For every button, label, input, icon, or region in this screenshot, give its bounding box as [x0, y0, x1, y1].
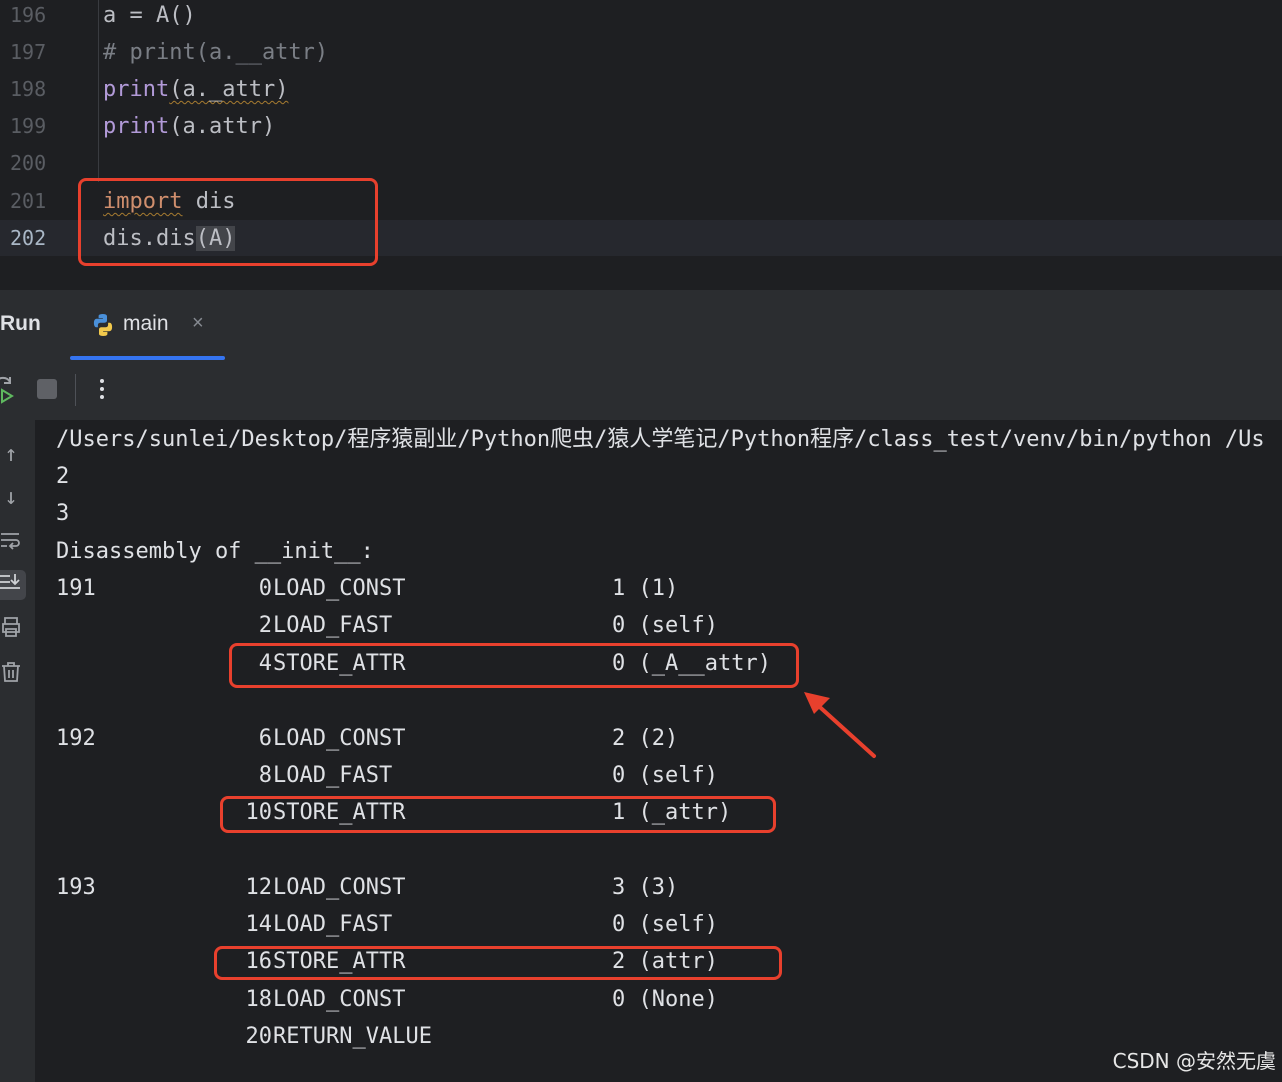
run-panel-title: Run [0, 312, 41, 335]
bytecode-offset: 2 [258, 613, 272, 638]
line-number: 200 [10, 151, 47, 175]
opcode-argument: 0 (None) [612, 987, 718, 1012]
bytecode-offset: 6 [258, 726, 272, 751]
output-line: 3 [56, 501, 70, 526]
output-line: 2 [56, 464, 70, 489]
opcode: RETURN_VALUE [273, 1024, 432, 1049]
bytecode-offset: 8 [258, 763, 272, 788]
line-number: 196 [10, 3, 47, 27]
annotation-arrow-icon [804, 692, 876, 758]
run-toolbar [0, 360, 1282, 420]
more-vertical-icon[interactable] [92, 374, 112, 408]
tab-main[interactable]: main × [70, 290, 225, 360]
opcode-argument: 2 (2) [612, 726, 679, 751]
opcode-argument: 0 (self) [612, 763, 718, 788]
print-icon[interactable] [0, 615, 26, 645]
arrow-up-icon[interactable]: ↑ [0, 440, 26, 470]
code-line[interactable]: print(a.attr) [103, 108, 275, 145]
opcode: LOAD_CONST [273, 875, 406, 900]
highlight-box-store-attr-protected [220, 796, 776, 833]
line-number: 198 [10, 77, 47, 101]
tab-label: main [123, 312, 169, 335]
line-number-active: 202 [10, 226, 47, 250]
bytecode-offset: 18 [245, 987, 273, 1012]
source-line-number: 191 [56, 576, 96, 601]
code-text: (a.attr) [169, 114, 276, 139]
trash-icon[interactable] [0, 660, 26, 690]
opcode: LOAD_CONST [273, 987, 406, 1012]
highlight-box-import [78, 178, 378, 266]
line-number: 197 [10, 40, 47, 64]
gutter-indent-guide [98, 0, 99, 182]
arrow-down-icon[interactable]: ↓ [0, 483, 26, 513]
code-line[interactable]: print(a._attr) [103, 71, 288, 108]
code-line-comment[interactable]: # print(a.__attr) [103, 34, 328, 71]
opcode: LOAD_FAST [273, 613, 393, 638]
opcode: LOAD_FAST [273, 912, 393, 937]
opcode: LOAD_CONST [273, 576, 406, 601]
opcode-argument: 1 (1) [612, 576, 679, 601]
rerun-icon[interactable] [0, 374, 18, 408]
code-editor[interactable]: 196 a = A() 197 # print(a.__attr) 198 pr… [0, 0, 1282, 290]
code-line[interactable]: a = A() [103, 0, 196, 34]
source-line-number: 193 [56, 875, 96, 900]
bytecode-offset: 14 [245, 912, 273, 937]
stop-icon[interactable] [37, 379, 57, 399]
disassembly-header: Disassembly of __init__: [56, 539, 374, 564]
line-number: 201 [10, 189, 47, 213]
source-line-number: 192 [56, 726, 96, 751]
opcode-argument: 3 (3) [612, 875, 679, 900]
toolbar-divider [75, 374, 76, 406]
scroll-to-end-icon[interactable] [0, 570, 26, 600]
opcode-argument: 0 (self) [612, 912, 718, 937]
builtin-keyword: print [103, 114, 170, 139]
opcode: LOAD_FAST [273, 763, 393, 788]
builtin-keyword: print [103, 77, 170, 102]
line-number: 199 [10, 114, 47, 138]
bytecode-offset: 20 [245, 1024, 273, 1049]
code-text: (a._attr) [169, 77, 289, 102]
soft-wrap-icon[interactable] [0, 528, 26, 558]
run-tool-window-header: Run main × [0, 290, 1282, 361]
opcode-argument: 0 (self) [612, 613, 718, 638]
bytecode-offset: 12 [245, 875, 273, 900]
close-icon[interactable]: × [192, 312, 204, 335]
opcode: LOAD_CONST [273, 726, 406, 751]
highlight-box-store-attr-public [214, 946, 782, 980]
console-output[interactable]: /Users/sunlei/Desktop/程序猿副业/Python爬虫/猿人学… [35, 420, 1282, 1082]
highlight-box-store-attr-private [229, 643, 799, 688]
bytecode-offset: 0 [258, 576, 272, 601]
console-sidebar: ↑ ↓ [0, 420, 35, 1082]
python-icon [90, 312, 116, 342]
command-line: /Users/sunlei/Desktop/程序猿副业/Python爬虫/猿人学… [56, 427, 1265, 452]
watermark: CSDN @安然无虞 [1112, 1049, 1276, 1073]
